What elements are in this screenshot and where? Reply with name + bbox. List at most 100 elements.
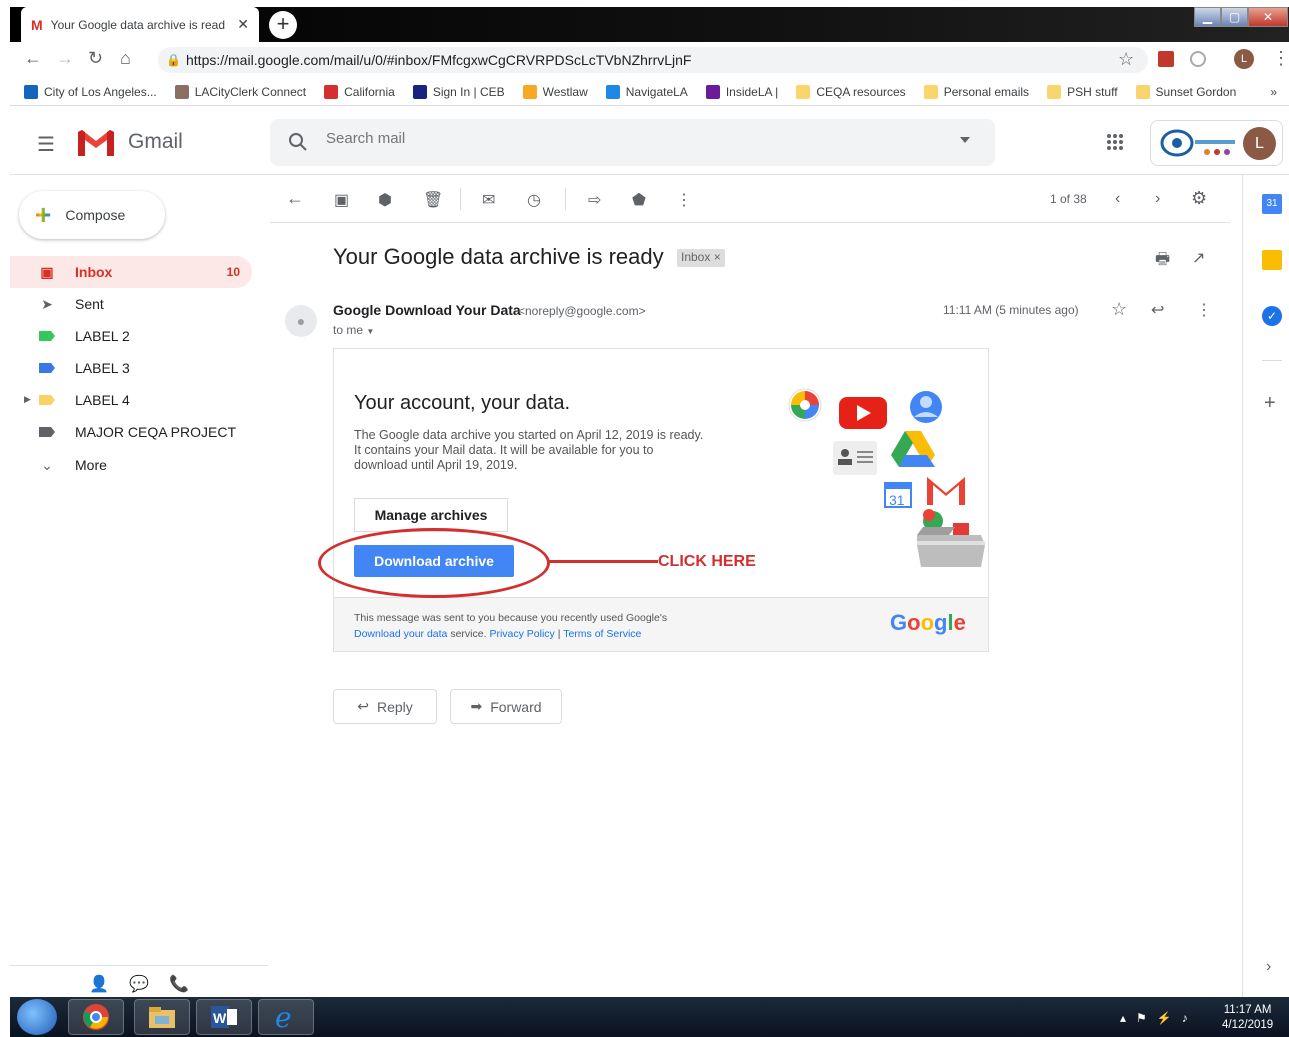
search-icon[interactable]: [288, 132, 308, 152]
manage-archives-button[interactable]: Manage archives: [354, 498, 508, 532]
dropdown-arrow-icon[interactable]: ▼: [366, 327, 374, 336]
bookmark-icon: [324, 84, 339, 99]
mark-unread-icon[interactable]: ✉: [482, 190, 495, 210]
more-bookmarks-icon[interactable]: »: [1270, 85, 1277, 99]
phone-icon[interactable]: 📞: [169, 974, 189, 995]
get-addons-plus-icon[interactable]: +: [1264, 392, 1276, 415]
browser-menu-icon[interactable]: ⋮: [1272, 48, 1289, 69]
bookmark-item[interactable]: InsideLA |: [705, 84, 778, 99]
bookmark-label: LACityClerk Connect: [194, 84, 307, 99]
home-icon[interactable]: ⌂: [120, 48, 131, 69]
window-close-button[interactable]: ✕: [1248, 7, 1288, 27]
badge-remove-icon[interactable]: ×: [714, 250, 721, 264]
recipient-details[interactable]: to me ▼: [333, 323, 374, 337]
system-tray-icons[interactable]: ▴⚑⚡♪: [1120, 1011, 1198, 1025]
sidebar-item-label-4[interactable]: LABEL 4: [10, 384, 252, 416]
delete-icon[interactable]: 🗑: [423, 190, 443, 210]
keep-addon-icon[interactable]: [1262, 250, 1282, 270]
file-explorer-taskbar-icon[interactable]: [134, 999, 190, 1035]
sidebar-item-more[interactable]: ⌄ More: [10, 449, 252, 481]
tab-close-icon[interactable]: ✕: [237, 16, 249, 33]
tasks-addon-icon[interactable]: ✓: [1262, 306, 1282, 326]
chrome-taskbar-icon[interactable]: [68, 999, 124, 1035]
newer-chevron-icon[interactable]: ‹: [1115, 190, 1120, 208]
account-avatar[interactable]: L: [1243, 127, 1276, 160]
message-more-icon[interactable]: ⋮: [1196, 300, 1212, 320]
sidebar-item-label-3[interactable]: LABEL 3: [10, 352, 252, 384]
calendar-addon-icon[interactable]: 31: [1262, 194, 1282, 214]
bookmark-item[interactable]: CEQA resources: [796, 84, 906, 99]
internet-explorer-taskbar-icon[interactable]: e: [258, 999, 314, 1035]
labels-icon[interactable]: ⬟: [632, 190, 646, 210]
extension-icon[interactable]: [1190, 51, 1206, 67]
forward-label: Forward: [490, 698, 542, 715]
privacy-policy-link[interactable]: Privacy Policy: [489, 628, 554, 640]
reload-icon[interactable]: ↻: [88, 48, 103, 69]
new-tab-button[interactable]: +: [269, 11, 297, 39]
message-timestamp: 11:11 AM (5 minutes ago): [943, 303, 1079, 317]
archive-box-icon: [917, 509, 985, 567]
inbox-label-badge[interactable]: Inbox ×: [677, 249, 725, 267]
main-menu-icon[interactable]: ☰: [37, 132, 55, 157]
terms-of-service-link[interactable]: Terms of Service: [563, 628, 641, 640]
windows-start-icon[interactable]: [17, 999, 57, 1035]
sidebar-item-label-2[interactable]: LABEL 2: [10, 320, 252, 352]
settings-gear-icon[interactable]: ⚙: [1191, 188, 1207, 209]
bookmark-star-icon[interactable]: ☆: [1118, 49, 1134, 70]
older-chevron-icon[interactable]: ›: [1155, 190, 1160, 208]
apps-grid-icon[interactable]: [1106, 133, 1124, 151]
bookmark-item[interactable]: Sign In | CEB: [412, 84, 505, 99]
word-taskbar-icon[interactable]: W: [196, 999, 252, 1035]
hangouts-icon[interactable]: 💬: [129, 974, 149, 995]
bookmark-item[interactable]: NavigateLA: [605, 84, 688, 99]
bookmark-item[interactable]: Westlaw: [522, 84, 588, 99]
snooze-icon[interactable]: ◷: [527, 190, 541, 210]
hangouts-bar: 👤 💬 📞: [10, 965, 268, 995]
report-spam-icon[interactable]: ⬢: [378, 190, 392, 210]
download-your-data-link[interactable]: Download your data: [354, 628, 447, 640]
reply-icon[interactable]: ↩: [1151, 300, 1164, 320]
bookmark-item[interactable]: Sunset Gordon: [1135, 84, 1237, 99]
print-icon[interactable]: 🖶: [1155, 248, 1170, 275]
forward-button[interactable]: ➡ Forward: [450, 689, 562, 724]
bookmark-item[interactable]: LACityClerk Connect: [174, 84, 307, 99]
compose-plus-icon: +: [35, 199, 52, 230]
pdf-extension-icon[interactable]: [1158, 51, 1174, 67]
system-clock[interactable]: 11:17 AM 4/12/2019: [1222, 1003, 1273, 1033]
reply-arrow-icon: ↩: [357, 698, 369, 714]
address-bar[interactable]: 🔒 https://mail.google.com/mail/u/0/#inbo…: [158, 47, 1148, 73]
reply-button[interactable]: ↩ Reply: [333, 689, 437, 724]
bookmark-item[interactable]: City of Los Angeles...: [24, 84, 157, 99]
search-input[interactable]: [326, 130, 886, 147]
bookmark-item[interactable]: PSH stuff: [1047, 84, 1118, 99]
forward-arrow-icon[interactable]: →: [56, 48, 74, 69]
footer-separator: |: [557, 628, 561, 640]
contacts-icon[interactable]: 👤: [89, 974, 109, 995]
more-options-icon[interactable]: ⋮: [676, 190, 692, 210]
sidebar-item-sent[interactable]: ➤ Sent: [10, 288, 252, 320]
star-icon[interactable]: ☆: [1111, 299, 1127, 320]
compose-button[interactable]: + Compose: [19, 191, 165, 239]
move-to-icon[interactable]: ⇨: [588, 190, 601, 210]
sidebar-item-inbox[interactable]: ▣ Inbox 10: [10, 256, 252, 288]
search-options-icon[interactable]: [960, 137, 970, 143]
sender-name[interactable]: Google Download Your Data: [333, 302, 521, 318]
clock-time: 11:17 AM: [1223, 1004, 1272, 1016]
bookmark-item[interactable]: California: [324, 84, 395, 99]
bookmark-label: Sunset Gordon: [1155, 84, 1237, 99]
window-maximize-button[interactable]: ▢: [1221, 7, 1248, 27]
bookmark-label: NavigateLA: [625, 84, 688, 99]
window-minimize-button[interactable]: ▁: [1194, 7, 1221, 27]
reply-label: Reply: [376, 698, 413, 715]
back-to-inbox-icon[interactable]: ←: [286, 188, 304, 209]
sidebar-item-major-ceqa-project[interactable]: MAJOR CEQA PROJECT: [10, 416, 252, 448]
back-arrow-icon[interactable]: ←: [24, 48, 42, 69]
archive-icon[interactable]: ▣: [334, 190, 349, 210]
gmail-logo-icon[interactable]: [76, 128, 116, 158]
profile-avatar[interactable]: L: [1234, 49, 1254, 69]
browser-tab[interactable]: M Your Google data archive is read ✕: [21, 7, 259, 42]
show-side-panel-chevron-icon[interactable]: ›: [1266, 958, 1271, 976]
open-in-new-window-icon[interactable]: ↗: [1192, 248, 1205, 268]
bookmark-item[interactable]: Personal emails: [923, 84, 1029, 99]
gmail-wordmark[interactable]: Gmail: [128, 130, 183, 154]
